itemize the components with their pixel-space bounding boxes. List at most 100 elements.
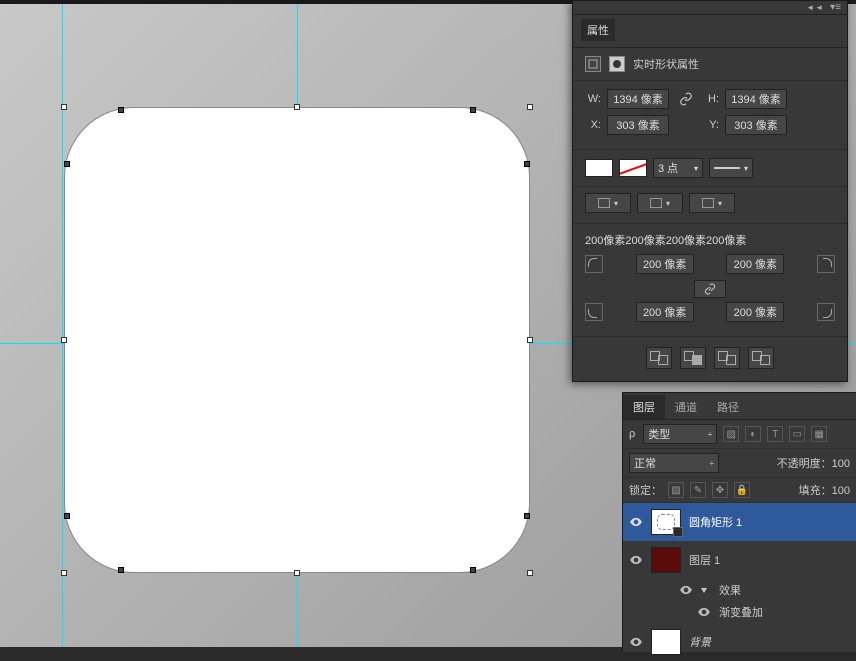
radius-handle[interactable]	[118, 567, 124, 573]
handle-tc[interactable]	[294, 104, 300, 110]
blend-mode-dropdown[interactable]: 正常 ÷	[629, 453, 719, 473]
corner-br-icon	[817, 303, 835, 321]
layer-filter-row: ρ 类型 ÷ ▨ ◐ T ▭ ▦	[623, 420, 856, 449]
filter-shape-icon[interactable]: ▭	[789, 426, 805, 442]
cap-dropdown[interactable]: ▾	[637, 193, 683, 213]
join-dropdown[interactable]: ▾	[689, 193, 735, 213]
layer-thumbnail	[651, 509, 681, 535]
panel-menu-bar: ◄◄ ▾≡	[573, 1, 847, 15]
corner-tl-icon	[585, 255, 603, 273]
corner-tr-icon	[817, 255, 835, 273]
live-shape-label: 实时形状属性	[633, 56, 699, 72]
radius-tl-input[interactable]	[636, 254, 694, 274]
properties-tab[interactable]: 属性	[581, 19, 615, 41]
radius-tr-input[interactable]	[726, 254, 784, 274]
panel-title-row: 属性	[573, 15, 847, 48]
collapse-icon[interactable]: ◄◄	[806, 3, 824, 12]
stroke-style-dropdown[interactable]: ▾	[709, 158, 753, 178]
filter-adjust-icon[interactable]: ◐	[745, 426, 761, 442]
handle-bc[interactable]	[294, 570, 300, 576]
blend-opacity-row: 正常 ÷ 不透明度：100	[623, 449, 856, 478]
link-radii-button[interactable]	[694, 280, 726, 298]
guide-vertical-left[interactable]	[62, 4, 63, 647]
height-input[interactable]	[725, 89, 787, 109]
lock-fill-row: 锁定： ▨ ✎ ✥ 🔒 填充：100	[623, 478, 856, 503]
handle-mr[interactable]	[527, 337, 533, 343]
layer-thumbnail	[651, 547, 681, 573]
layer-item-layer1[interactable]: 图层 1	[623, 541, 856, 579]
layer-item-rounded-rect[interactable]: 圆角矩形 1	[623, 503, 856, 541]
handle-ml[interactable]	[61, 337, 67, 343]
panel-menu-icon[interactable]: ▾≡	[830, 2, 841, 13]
stroke-width-dropdown[interactable]: 3 点 ▾	[653, 158, 703, 178]
lock-label: 锁定：	[629, 482, 662, 498]
radius-handle[interactable]	[524, 161, 530, 167]
radius-br-input[interactable]	[726, 302, 784, 322]
visibility-icon[interactable]	[629, 515, 643, 529]
layer-fx-item[interactable]: 渐变叠加	[623, 601, 856, 623]
fill-value[interactable]: 100	[832, 485, 850, 497]
collapse-triangle-icon[interactable]	[701, 588, 707, 593]
radius-handle[interactable]	[64, 161, 70, 167]
tab-channels[interactable]: 通道	[665, 395, 707, 419]
x-label: X:	[585, 119, 601, 131]
fx-item-label: 渐变叠加	[719, 604, 763, 620]
lock-all-icon[interactable]: 🔒	[734, 482, 750, 498]
layer-fx-header[interactable]: 效果	[623, 579, 856, 601]
width-label: W:	[585, 93, 601, 105]
shape-mask-icon	[609, 56, 625, 72]
handle-tl[interactable]	[61, 104, 67, 110]
filter-kind-dropdown[interactable]: 类型 ÷	[643, 424, 717, 444]
visibility-icon[interactable]	[629, 553, 643, 567]
layers-tabs: 图层 通道 路径	[623, 393, 856, 420]
opacity-value[interactable]: 100	[832, 458, 850, 470]
rounded-rectangle-shape[interactable]	[64, 107, 530, 573]
layer-item-background[interactable]: 背景	[623, 623, 856, 661]
link-wh-icon[interactable]	[675, 90, 697, 108]
handle-tr[interactable]	[527, 104, 533, 110]
filter-pixel-icon[interactable]: ▨	[723, 426, 739, 442]
stroke-width-value: 3 点	[658, 160, 678, 176]
shape-bounds-icon	[585, 56, 601, 72]
visibility-icon[interactable]	[679, 583, 693, 597]
radius-handle[interactable]	[470, 107, 476, 113]
height-label: H:	[703, 93, 719, 105]
corner-radius-section: 200像素200像素200像素200像素	[573, 224, 847, 337]
chevron-down-icon: ÷	[710, 459, 714, 468]
stroke-options-row: ▾ ▾ ▾	[573, 187, 847, 224]
tab-layers[interactable]: 图层	[623, 395, 665, 419]
lock-position-icon[interactable]: ✥	[712, 482, 728, 498]
layer-name: 图层 1	[689, 552, 720, 568]
layer-name: 圆角矩形 1	[689, 514, 742, 530]
handle-bl[interactable]	[61, 570, 67, 576]
line-sample-icon	[714, 167, 740, 169]
layer-list: 圆角矩形 1 图层 1 效果 渐变叠加	[623, 503, 856, 661]
path-intersect-button[interactable]	[714, 347, 740, 369]
path-combine-button[interactable]	[646, 347, 672, 369]
filter-type-icon[interactable]: T	[767, 426, 783, 442]
radius-handle[interactable]	[118, 107, 124, 113]
handle-br[interactable]	[527, 570, 533, 576]
radius-summary: 200像素200像素200像素200像素	[585, 232, 835, 248]
chevron-down-icon: ▾	[744, 164, 748, 173]
filter-smart-icon[interactable]: ▦	[811, 426, 827, 442]
stroke-align-dropdown[interactable]: ▾	[585, 193, 631, 213]
radius-handle[interactable]	[64, 513, 70, 519]
path-subtract-button[interactable]	[680, 347, 706, 369]
stroke-swatch[interactable]	[619, 159, 647, 177]
path-operations-row	[573, 337, 847, 381]
lock-paint-icon[interactable]: ✎	[690, 482, 706, 498]
radius-handle[interactable]	[470, 567, 476, 573]
x-input[interactable]	[607, 115, 669, 135]
visibility-icon[interactable]	[697, 605, 711, 619]
path-exclude-button[interactable]	[748, 347, 774, 369]
lock-pixels-icon[interactable]: ▨	[668, 482, 684, 498]
y-input[interactable]	[725, 115, 787, 135]
radius-bl-input[interactable]	[636, 302, 694, 322]
fill-swatch[interactable]	[585, 159, 613, 177]
width-input[interactable]	[607, 89, 669, 109]
properties-panel: ◄◄ ▾≡ 属性 实时形状属性 W: H: X: Y:	[572, 0, 848, 382]
radius-handle[interactable]	[524, 513, 530, 519]
tab-paths[interactable]: 路径	[707, 395, 749, 419]
chevron-down-icon: ÷	[708, 430, 712, 439]
